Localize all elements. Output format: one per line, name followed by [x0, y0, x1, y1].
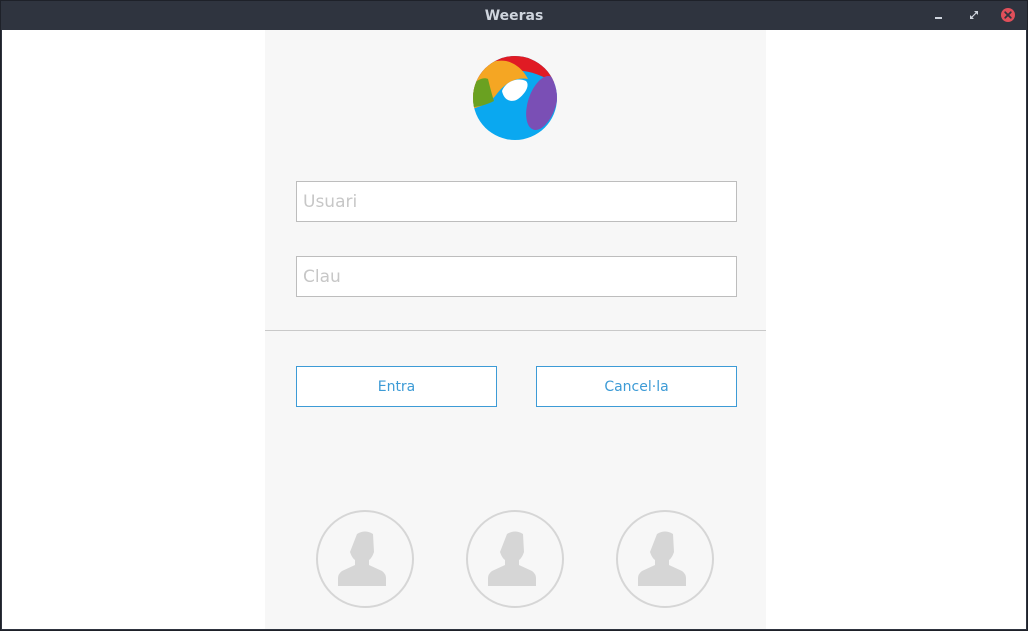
username-field[interactable] [296, 181, 737, 222]
app-window: Weeras Usuari Entra Cancel·la [0, 0, 1028, 631]
user-avatar-2[interactable] [466, 510, 564, 608]
user-avatar-icon [638, 531, 686, 586]
cancel-button[interactable]: Cancel·la [536, 366, 737, 407]
login-panel: Entra Cancel·la [265, 30, 766, 629]
minimize-button[interactable] [931, 7, 947, 23]
title-bar[interactable]: Weeras [1, 1, 1027, 30]
user-avatar-3[interactable] [616, 510, 714, 608]
close-button[interactable] [1000, 7, 1016, 23]
password-field[interactable] [296, 256, 737, 297]
user-avatar-1[interactable] [316, 510, 414, 608]
window-title: Weeras [484, 8, 544, 24]
minimize-icon [935, 17, 942, 19]
user-avatar-icon [488, 531, 536, 586]
enter-button[interactable]: Entra [296, 366, 497, 407]
user-avatar-icon [338, 531, 386, 586]
window-content: Entra Cancel·la [2, 30, 1026, 629]
close-icon [1001, 8, 1015, 22]
divider [265, 330, 766, 331]
weeras-logo-icon [473, 56, 557, 140]
maximize-button[interactable] [966, 7, 982, 23]
maximize-icon [970, 11, 978, 19]
